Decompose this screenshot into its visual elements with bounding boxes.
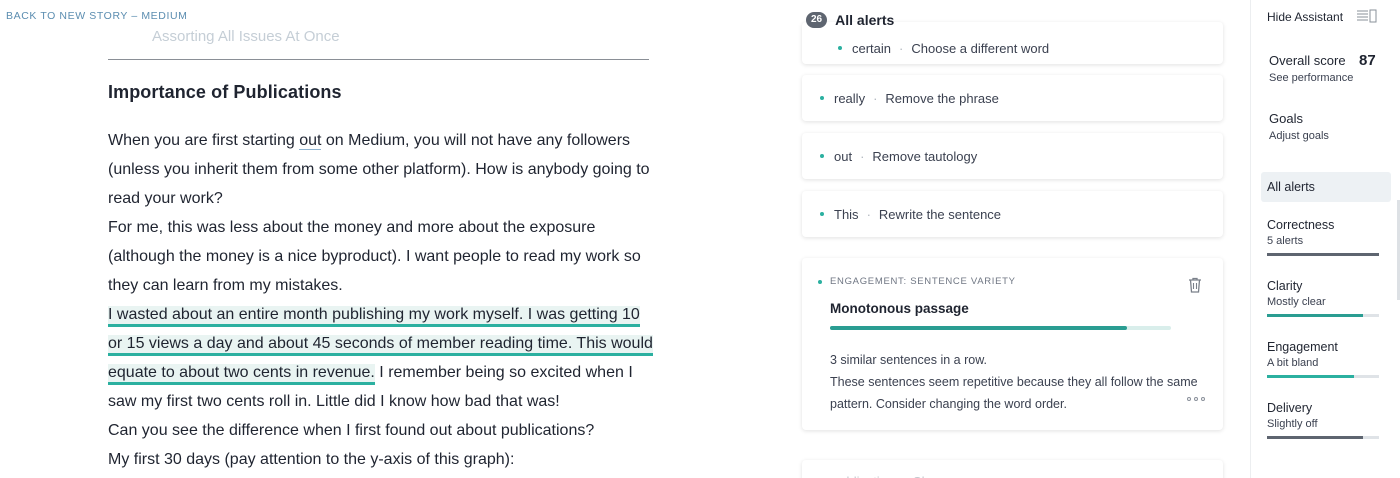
alert-description-line: These sentences seem repetitive because …	[830, 375, 1198, 411]
alerts-header: 26 All alerts	[806, 12, 894, 28]
section-heading: Importance of Publications	[108, 82, 342, 102]
category-name: Clarity	[1267, 279, 1303, 293]
category-progress-fill	[1267, 314, 1364, 317]
alerts-panel: 26 All alerts certain · Choose a differe…	[790, 0, 1250, 478]
alert-dot	[838, 46, 842, 50]
category-engagement[interactable]: Engagement A bit bland	[1267, 340, 1379, 378]
paragraph-3: I wasted about an entire month publishin…	[108, 300, 653, 416]
alert-word: certain	[852, 40, 892, 56]
alert-word: really	[834, 90, 866, 106]
category-progress-fill	[1267, 375, 1355, 378]
alert-description: 3 similar sentences in a row. These sent…	[830, 349, 1205, 415]
separator: ·	[860, 148, 865, 164]
category-status: A bit bland	[1267, 357, 1319, 369]
hide-assistant-button[interactable]: Hide Assistant	[1267, 10, 1343, 24]
goals-label[interactable]: Goals	[1269, 111, 1303, 126]
panel-toggle-icon[interactable]	[1356, 9, 1378, 23]
more-options-icon[interactable]	[1187, 396, 1205, 402]
separator: ·	[873, 90, 878, 106]
category-status: Slightly off	[1267, 418, 1318, 430]
category-progress-track	[1267, 436, 1379, 439]
category-status: 5 alerts	[1267, 235, 1304, 247]
alert-category: ENGAGEMENT: SENTENCE VARIETY	[830, 276, 1016, 287]
category-correctness[interactable]: Correctness 5 alerts	[1267, 218, 1379, 256]
alert-card[interactable]: really · Remove the phrase	[802, 75, 1223, 121]
document-body[interactable]: When you are first starting out on Mediu…	[108, 126, 653, 474]
document-editor[interactable]: Assorting All Issues At Once Importance …	[108, 0, 653, 478]
alert-suggestion: Remove tautology	[872, 148, 978, 164]
alert-card[interactable]: certain · Choose a different word	[802, 22, 1223, 64]
separator: ·	[899, 40, 904, 56]
assistant-sidebar: Hide Assistant Overall score 87 See perf…	[1250, 0, 1400, 478]
alert-peek-text: publications · Ch...	[802, 460, 1223, 478]
category-progress-fill	[1267, 253, 1379, 256]
category-progress-fill	[1267, 436, 1364, 439]
category-status: Mostly clear	[1267, 296, 1326, 308]
paragraph-text: When you are first starting	[108, 132, 300, 149]
alert-title: Monotonous passage	[830, 301, 969, 316]
paragraph-5: My first 30 days (pay attention to the y…	[108, 451, 515, 468]
category-progress-track	[1267, 253, 1379, 256]
alerts-title: All alerts	[835, 12, 895, 28]
alert-card[interactable]: out · Remove tautology	[802, 133, 1223, 179]
separator: ·	[866, 206, 871, 222]
category-delivery[interactable]: Delivery Slightly off	[1267, 401, 1379, 439]
alert-progress-track	[830, 326, 1171, 330]
alert-count-badge: 26	[806, 12, 828, 28]
category-clarity[interactable]: Clarity Mostly clear	[1267, 279, 1379, 317]
section-divider	[108, 59, 649, 60]
nav-all-alerts[interactable]: All alerts	[1261, 172, 1391, 202]
category-progress-track	[1267, 314, 1379, 317]
alert-description-line: 3 similar sentences in a row.	[830, 353, 988, 367]
alert-suggestion: Remove the phrase	[885, 90, 999, 106]
alert-dot	[820, 212, 824, 216]
expanded-alert-card[interactable]: ENGAGEMENT: SENTENCE VARIETY Monotonous …	[802, 258, 1223, 430]
alert-word: This	[834, 206, 859, 222]
paragraph-2: For me, this was less about the money an…	[108, 219, 641, 294]
alert-progress-fill	[830, 326, 1127, 330]
alert-card[interactable]: publications · Ch...	[802, 460, 1223, 478]
alert-dot	[820, 154, 824, 158]
paragraph-4: Can you see the difference when I first …	[108, 422, 595, 439]
alert-word: out	[834, 148, 853, 164]
overall-score-label: Overall score	[1269, 53, 1346, 68]
alert-suggestion: Rewrite the sentence	[878, 206, 1002, 222]
paragraph-1: When you are first starting out on Mediu…	[108, 126, 653, 213]
see-performance-link[interactable]: See performance	[1269, 72, 1353, 84]
alert-dot	[820, 96, 824, 100]
trash-icon[interactable]	[1187, 276, 1203, 294]
category-name: Engagement	[1267, 340, 1338, 354]
flagged-word-out[interactable]: out	[299, 132, 322, 150]
overall-score-value: 87	[1359, 52, 1376, 69]
category-progress-track	[1267, 375, 1379, 378]
category-name: Delivery	[1267, 401, 1313, 415]
faded-previous-line: Assorting All Issues At Once	[152, 28, 340, 45]
alert-card[interactable]: This · Rewrite the sentence	[802, 191, 1223, 237]
alert-dot	[818, 280, 822, 284]
category-name: Correctness	[1267, 218, 1335, 232]
adjust-goals-link[interactable]: Adjust goals	[1269, 130, 1329, 142]
alert-suggestion: Choose a different word	[911, 40, 1050, 56]
